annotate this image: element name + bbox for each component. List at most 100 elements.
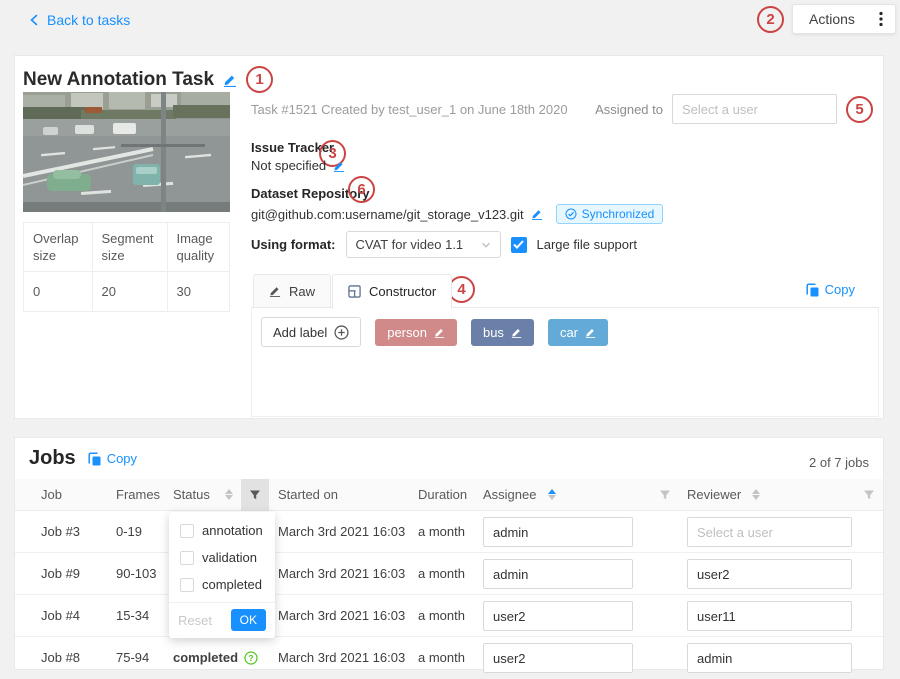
- col-duration: Duration: [418, 479, 467, 511]
- format-select-value: CVAT for video 1.1: [356, 237, 464, 252]
- sync-status-badge: Synchronized: [556, 204, 664, 224]
- assignee-select-input[interactable]: [672, 94, 837, 124]
- assignee-input[interactable]: [483, 559, 633, 589]
- annotation-circle-6: 6: [348, 176, 375, 203]
- assignee-input[interactable]: [483, 517, 633, 547]
- table-row-job-3: Job #3 0-19 March 3rd 2021 16:03 a month: [15, 511, 883, 553]
- started-cell: March 3rd 2021 16:03: [278, 637, 405, 679]
- param-value-quality: 30: [167, 272, 229, 312]
- frames-cell: 75-94: [116, 637, 149, 679]
- filter-option-validation-label: validation: [202, 550, 257, 565]
- started-cell: March 3rd 2021 16:03: [278, 553, 405, 595]
- col-reviewer: Reviewer: [687, 479, 741, 511]
- copy-icon: [88, 452, 102, 466]
- filter-option-completed[interactable]: completed: [169, 571, 275, 598]
- filter-reset-button[interactable]: Reset: [178, 613, 212, 628]
- job-link[interactable]: Job #4: [41, 595, 80, 637]
- duration-cell: a month: [418, 553, 465, 595]
- assignee-input[interactable]: [483, 601, 633, 631]
- reviewer-sort-control[interactable]: [752, 489, 760, 500]
- job-link[interactable]: Job #3: [41, 511, 80, 553]
- edit-title-icon[interactable]: [223, 73, 237, 87]
- actions-button-label: Actions: [809, 11, 855, 27]
- format-select[interactable]: CVAT for video 1.1: [346, 231, 501, 258]
- dataset-repository-url: git@github.com:username/git_storage_v123…: [251, 207, 524, 222]
- issue-tracker-value: Not specified: [251, 158, 326, 173]
- more-actions-icon: [879, 11, 883, 27]
- reviewer-filter-icon[interactable]: [855, 479, 883, 511]
- labels-constructor-panel: Add label person bus: [251, 308, 879, 417]
- table-row-job-8: Job #8 75-94 completed ? March 3rd 2021 …: [15, 637, 883, 679]
- param-header-quality: Image quality: [167, 223, 229, 272]
- duration-cell: a month: [418, 511, 465, 553]
- copy-icon: [806, 283, 820, 297]
- task-title: New Annotation Task: [23, 69, 214, 91]
- status-filter-dropdown: annotation validation completed Reset OK: [169, 512, 275, 638]
- assignee-sort-control[interactable]: [548, 489, 556, 500]
- edit-label-icon[interactable]: [434, 327, 445, 338]
- tab-constructor-label: Constructor: [369, 284, 436, 299]
- edit-label-icon[interactable]: [585, 327, 596, 338]
- reviewer-input[interactable]: [687, 559, 852, 589]
- col-job: Job: [41, 479, 62, 511]
- param-value-overlap: 0: [24, 272, 93, 312]
- status-sort-control[interactable]: [225, 489, 233, 500]
- task-meta-text: Task #1521 Created by test_user_1 on Jun…: [251, 102, 568, 117]
- block-icon: [348, 285, 361, 298]
- status-filter-icon[interactable]: [241, 479, 269, 511]
- filter-option-completed-label: completed: [202, 577, 262, 592]
- labels-editor: Raw Constructor 4 Copy A: [251, 274, 879, 418]
- frames-cell: 90-103: [116, 553, 156, 595]
- reviewer-input[interactable]: [687, 601, 852, 631]
- annotation-checkbox[interactable]: [180, 524, 194, 538]
- assignee-filter-icon[interactable]: [651, 479, 679, 511]
- label-chip-person-name: person: [387, 325, 427, 340]
- large-file-checkbox[interactable]: [511, 237, 527, 253]
- status-cell: completed ?: [173, 637, 258, 679]
- edit-repository-icon[interactable]: [531, 208, 543, 220]
- started-cell: March 3rd 2021 16:03: [278, 511, 405, 553]
- copy-labels-link[interactable]: Copy: [806, 282, 855, 297]
- job-link[interactable]: Job #8: [41, 637, 80, 679]
- tab-constructor[interactable]: Constructor: [332, 274, 452, 309]
- filter-option-validation[interactable]: validation: [169, 544, 275, 571]
- validation-checkbox[interactable]: [180, 551, 194, 565]
- label-chip-person[interactable]: person: [375, 319, 457, 346]
- check-circle-icon: [565, 208, 577, 220]
- table-row-job-9: Job #9 90-103 March 3rd 2021 16:03 a mon…: [15, 553, 883, 595]
- filter-ok-button[interactable]: OK: [231, 609, 266, 631]
- chevron-left-icon: [28, 14, 40, 26]
- copy-jobs-link[interactable]: Copy: [88, 451, 137, 466]
- status-completed-label: completed: [173, 637, 238, 679]
- tab-raw[interactable]: Raw: [253, 274, 331, 308]
- job-link[interactable]: Job #9: [41, 553, 80, 595]
- labels-tabbar: Raw Constructor 4 Copy: [251, 274, 879, 308]
- chevron-down-icon: [481, 240, 491, 250]
- edit-issue-tracker-icon[interactable]: [333, 160, 345, 172]
- annotation-circle-4: 4: [448, 276, 475, 303]
- col-started: Started on: [278, 479, 338, 511]
- back-to-tasks-link[interactable]: Back to tasks: [28, 12, 130, 28]
- svg-text:?: ?: [248, 653, 253, 663]
- filter-option-annotation-label: annotation: [202, 523, 263, 538]
- frames-cell: 0-19: [116, 511, 142, 553]
- copy-labels-label: Copy: [825, 282, 855, 297]
- filter-option-annotation[interactable]: annotation: [169, 517, 275, 544]
- completed-checkbox[interactable]: [180, 578, 194, 592]
- sync-badge-label: Synchronized: [582, 207, 655, 221]
- reviewer-input[interactable]: [687, 517, 852, 547]
- annotation-circle-1: 1: [246, 66, 273, 93]
- label-chip-bus[interactable]: bus: [471, 319, 534, 346]
- col-status: Status: [173, 479, 210, 511]
- label-chip-car-name: car: [560, 325, 578, 340]
- label-chip-car[interactable]: car: [548, 319, 608, 346]
- pencil-icon: [269, 285, 281, 297]
- edit-label-icon[interactable]: [511, 327, 522, 338]
- actions-button[interactable]: Actions: [792, 4, 896, 34]
- task-details-card: New Annotation Task 1: [14, 55, 884, 419]
- question-circle-icon: ?: [244, 651, 258, 665]
- add-label-button-label: Add label: [273, 325, 327, 340]
- started-cell: March 3rd 2021 16:03: [278, 595, 405, 637]
- back-to-tasks-label: Back to tasks: [47, 12, 130, 28]
- add-label-button[interactable]: Add label: [261, 317, 361, 347]
